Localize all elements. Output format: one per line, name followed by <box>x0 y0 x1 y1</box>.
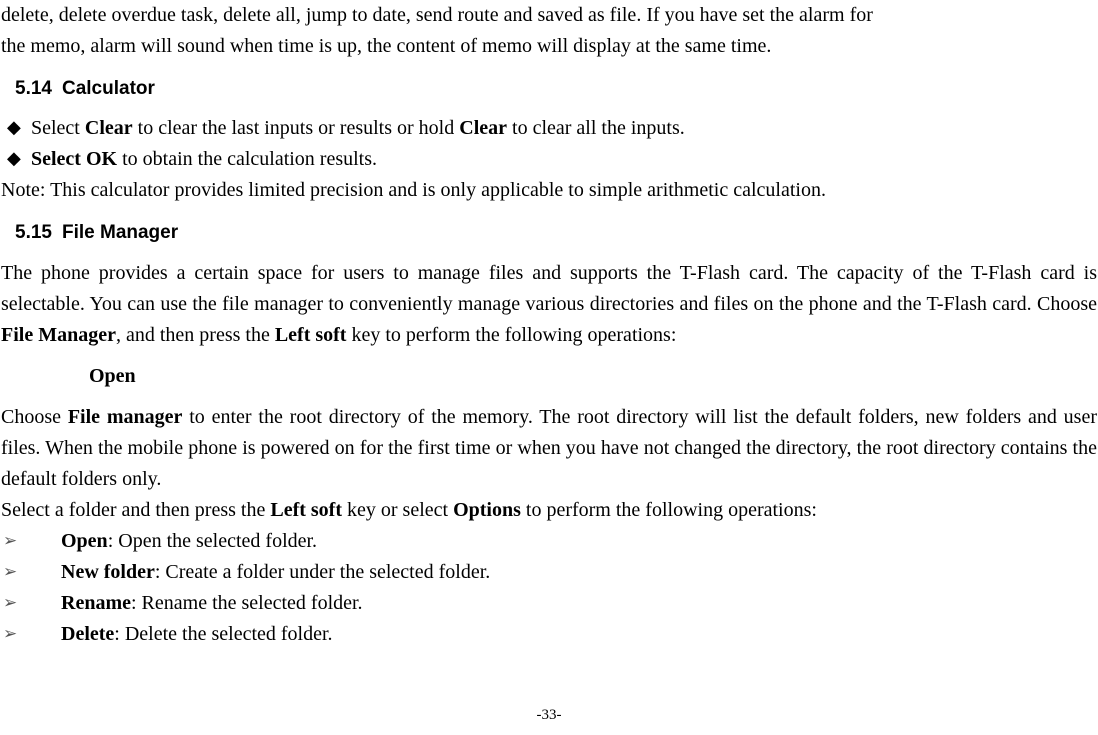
operation-desc: : Delete the selected folder. <box>114 623 332 645</box>
text-bold-file-manager: File Manager <box>1 324 116 346</box>
text-bold-clear: Clear <box>459 117 507 139</box>
page-number: -33- <box>0 704 1098 727</box>
open-paragraph: Choose File manager to enter the root di… <box>1 402 1097 495</box>
list-item: Select Clear to clear the last inputs or… <box>1 113 1097 144</box>
folder-operations-list: Open: Open the selected folder. New fold… <box>1 526 1097 650</box>
text-fragment: Select <box>31 117 85 139</box>
section-number-file-manager: 5.15 <box>15 222 52 243</box>
operation-desc: : Rename the selected folder. <box>131 592 363 614</box>
section-title-calculator: Calculator <box>62 78 155 99</box>
calculator-bullet-list: Select Clear to clear the last inputs or… <box>1 113 1097 175</box>
text-bold-left-soft: Left soft <box>275 324 347 346</box>
text-fragment: to clear the last inputs or results or h… <box>133 117 460 139</box>
text-fragment: key to perform the following operations: <box>346 324 676 346</box>
text-fragment: The phone provides a certain space for u… <box>1 262 1097 315</box>
text-fragment: to perform the following operations: <box>521 499 817 521</box>
text-fragment: key or select <box>342 499 453 521</box>
section-title-file-manager: File Manager <box>62 222 178 243</box>
intro-paragraph-line1: delete, delete overdue task, delete all,… <box>1 0 1097 31</box>
operation-desc: : Create a folder under the selected fol… <box>155 561 490 583</box>
operation-name-rename: Rename <box>61 592 131 614</box>
list-item: Rename: Rename the selected folder. <box>1 588 1097 619</box>
list-item: Delete: Delete the selected folder. <box>1 619 1097 650</box>
operation-desc: : Open the selected folder. <box>108 530 317 552</box>
text-fragment: Choose <box>1 406 68 428</box>
section-heading-calculator: 5.14 Calculator <box>15 74 1097 103</box>
text-fragment: to obtain the calculation results. <box>117 148 377 170</box>
open-subheading: Open <box>89 361 1097 392</box>
list-item: Select OK to obtain the calculation resu… <box>1 144 1097 175</box>
text-fragment: to clear all the inputs. <box>507 117 685 139</box>
section-number-calculator: 5.14 <box>15 78 52 99</box>
text-bold-select-ok: Select OK <box>31 148 117 170</box>
list-item: New folder: Create a folder under the se… <box>1 557 1097 588</box>
operation-name-new-folder: New folder <box>61 561 155 583</box>
file-manager-paragraph: The phone provides a certain space for u… <box>1 258 1097 351</box>
text-bold-left-soft: Left soft <box>270 499 342 521</box>
operation-name-delete: Delete <box>61 623 114 645</box>
text-bold-options: Options <box>453 499 521 521</box>
section-heading-file-manager: 5.15 File Manager <box>15 218 1097 247</box>
text-fragment: , and then press the <box>116 324 275 346</box>
intro-paragraph-line2: the memo, alarm will sound when time is … <box>1 31 1097 62</box>
text-bold-clear: Clear <box>85 117 133 139</box>
select-folder-paragraph: Select a folder and then press the Left … <box>1 495 1097 526</box>
list-item: Open: Open the selected folder. <box>1 526 1097 557</box>
text-fragment: Select a folder and then press the <box>1 499 270 521</box>
text-bold-file-manager: File manager <box>68 406 183 428</box>
operation-name-open: Open <box>61 530 108 552</box>
calculator-note: Note: This calculator provides limited p… <box>1 175 1097 206</box>
